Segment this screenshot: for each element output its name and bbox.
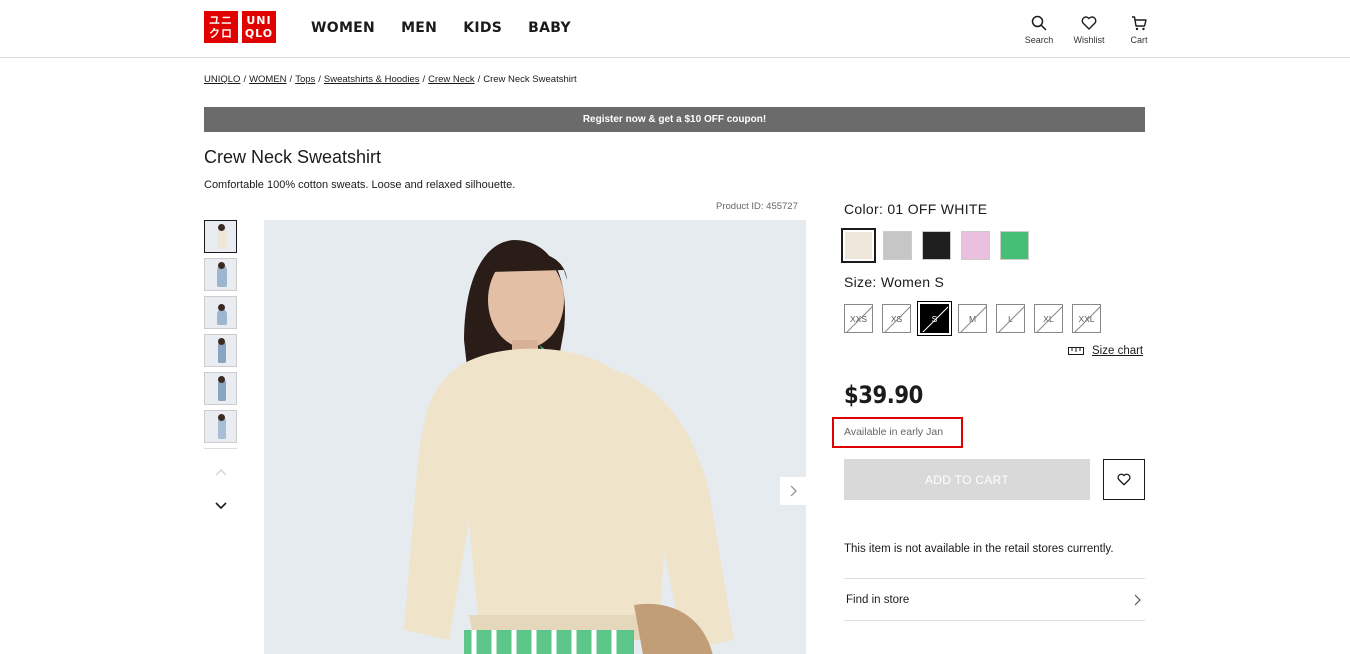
color-swatch-pink[interactable] [961, 231, 990, 260]
availability-text: Available in early Jan [844, 426, 944, 438]
breadcrumb-uniqlo[interactable]: UNIQLO [204, 74, 240, 85]
product-price: $39.90 [844, 381, 923, 409]
cart-button[interactable]: Cart [1121, 15, 1157, 45]
ruler-icon [1068, 347, 1084, 355]
find-in-store-label: Find in store [846, 593, 910, 606]
chevron-down-icon [214, 502, 227, 510]
thumbnail-6[interactable] [204, 410, 237, 443]
color-swatches [841, 228, 1029, 263]
nav-baby[interactable]: BABY [528, 20, 571, 36]
heart-icon [1081, 16, 1097, 30]
chevron-up-icon [215, 469, 226, 476]
size-chart-link[interactable]: Size chart [1068, 345, 1143, 357]
breadcrumb-tops[interactable]: Tops [295, 74, 315, 85]
image-next-button[interactable] [780, 477, 806, 505]
thumbnail-4[interactable] [204, 334, 237, 367]
uniqlo-logo[interactable]: ユニ クロ UNI QLO [204, 11, 276, 43]
logo-text-bottom: クロ [209, 27, 233, 40]
wishlist-label: Wishlist [1073, 35, 1105, 45]
add-to-wishlist-button[interactable] [1103, 459, 1145, 500]
page-title: Crew Neck Sweatshirt [204, 147, 382, 167]
size-options: XXS XS S M L XL XXL [844, 301, 1101, 336]
logo-text-top-en: UNI [246, 14, 272, 27]
logo-latin-block: UNI QLO [242, 11, 276, 43]
color-swatch-gray[interactable] [883, 231, 912, 260]
search-label: Search [1024, 35, 1054, 45]
site-header: ユニ クロ UNI QLO WOMEN MEN KIDS BABY Search… [0, 0, 1350, 58]
search-button[interactable]: Search [1021, 15, 1057, 45]
cart-icon [1132, 16, 1147, 31]
size-m[interactable]: M [958, 304, 987, 333]
promo-banner[interactable]: Register now & get a $10 OFF coupon! [204, 107, 1145, 132]
color-swatch-off-white[interactable] [841, 228, 876, 263]
nav-kids[interactable]: KIDS [463, 20, 502, 36]
breadcrumb-current: Crew Neck Sweatshirt [483, 74, 577, 85]
breadcrumb-women[interactable]: WOMEN [249, 74, 286, 85]
store-availability-note: This item is not available in the retail… [844, 543, 1114, 555]
thumbnail-3[interactable] [204, 296, 237, 329]
nav-women[interactable]: WOMEN [311, 20, 375, 36]
thumbnail-2[interactable] [204, 258, 237, 291]
breadcrumb: UNIQLO / WOMEN / Tops / Sweatshirts & Hoodies /… [204, 74, 577, 85]
breadcrumb-sweatshirts-hoodies[interactable]: Sweatshirts & Hoodies [324, 74, 420, 85]
find-in-store-row[interactable]: Find in store [844, 579, 1145, 620]
chevron-right-icon [790, 485, 797, 497]
chevron-right-icon [1134, 594, 1141, 605]
product-description: Comfortable 100% cotton sweats. Loose an… [204, 179, 516, 191]
product-photo [264, 220, 806, 654]
size-xl[interactable]: XL [1034, 304, 1063, 333]
cart-label: Cart [1130, 35, 1148, 45]
size-s[interactable]: S [917, 301, 952, 336]
thumbnail-5[interactable] [204, 372, 237, 405]
header-actions: Search Wishlist Cart [1021, 15, 1157, 45]
thumbnail-prev-button[interactable] [204, 461, 237, 483]
size-l[interactable]: L [996, 304, 1025, 333]
divider [844, 620, 1145, 621]
color-swatch-green[interactable] [1000, 231, 1029, 260]
thumbnail-next-button[interactable] [204, 495, 237, 517]
main-nav: WOMEN MEN KIDS BABY [311, 20, 571, 36]
size-label: Size: Women S [844, 274, 945, 290]
logo-text-top: ユニ [209, 14, 233, 27]
search-icon [1031, 15, 1047, 31]
add-to-cart-button[interactable]: ADD TO CART [844, 459, 1090, 500]
thumbnail-divider [204, 448, 237, 449]
logo-katakana-block: ユニ クロ [204, 11, 238, 43]
wishlist-button[interactable]: Wishlist [1071, 15, 1107, 45]
thumbnail-1[interactable] [204, 220, 237, 253]
size-xxl[interactable]: XXL [1072, 304, 1101, 333]
product-id: Product ID: 455727 [716, 201, 798, 212]
breadcrumb-crew-neck[interactable]: Crew Neck [428, 74, 474, 85]
logo-text-bottom-en: QLO [244, 27, 274, 40]
thumbnail-list [204, 220, 239, 517]
color-swatch-black[interactable] [922, 231, 951, 260]
product-main-image[interactable] [264, 220, 806, 654]
nav-men[interactable]: MEN [401, 20, 437, 36]
size-xxs[interactable]: XXS [844, 304, 873, 333]
heart-icon [1117, 473, 1131, 486]
color-label: Color: 01 OFF WHITE [844, 201, 988, 217]
size-chart-label: Size chart [1092, 345, 1144, 357]
size-xs[interactable]: XS [882, 304, 911, 333]
